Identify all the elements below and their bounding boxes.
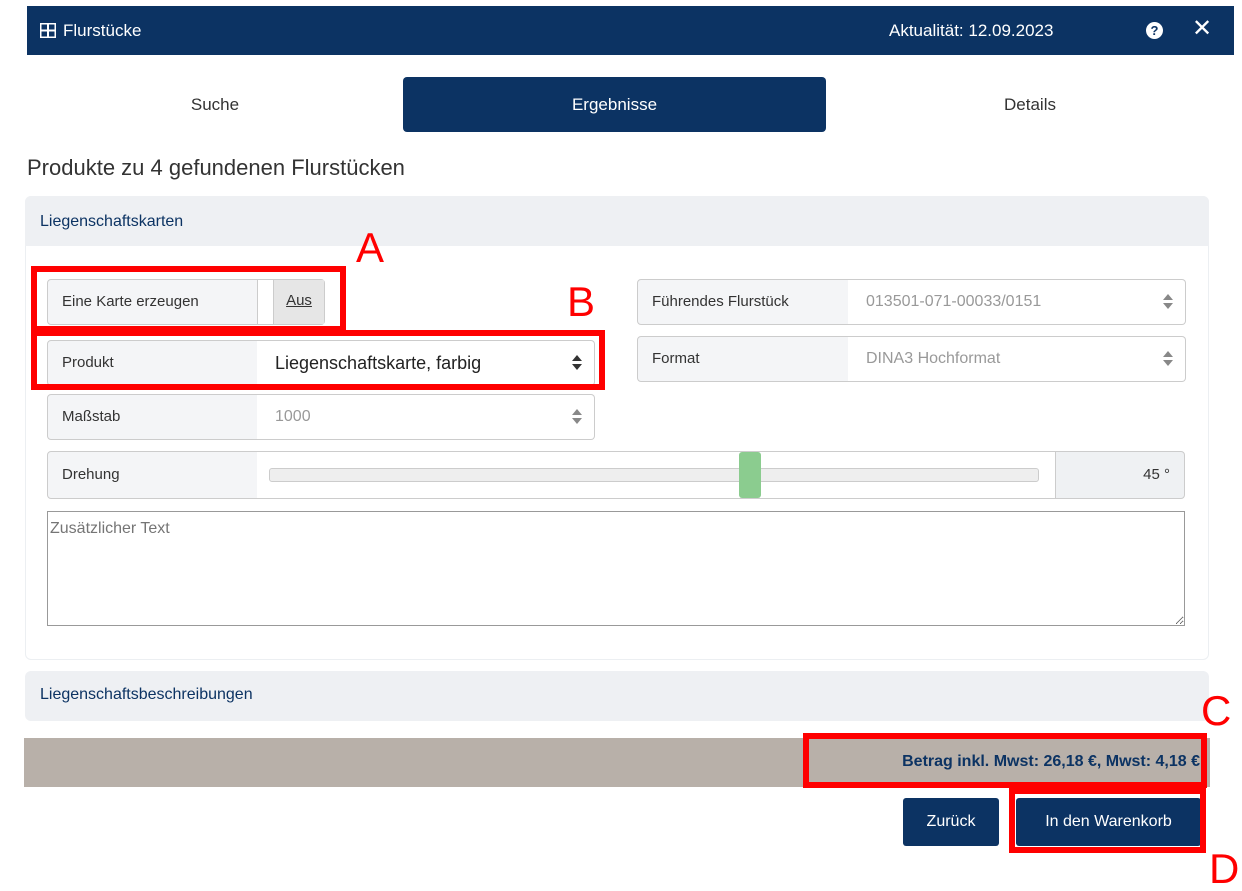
liegenschaftsbeschreibungen-title: Liegenschaftsbeschreibungen — [40, 686, 253, 703]
liegenschaftsbeschreibungen-header[interactable]: Liegenschaftsbeschreibungen — [25, 671, 1209, 721]
tab-details[interactable]: Details — [826, 77, 1234, 132]
fuehrendes-flurstueck-label: Führendes Flurstück — [637, 279, 849, 325]
drehung-unit: ° — [1164, 466, 1170, 483]
slider-track[interactable] — [269, 468, 1039, 482]
annotation-box-b — [31, 330, 605, 390]
annotation-label-a: A — [356, 224, 385, 271]
format-label: Format — [637, 336, 849, 382]
massstab-label: Maßstab — [47, 394, 258, 440]
annotation-box-d — [1009, 788, 1206, 853]
format-select[interactable]: DINA3 Hochformat — [848, 336, 1186, 382]
select-arrows-icon — [572, 409, 582, 425]
liegenschaftskarten-title: Liegenschaftskarten — [40, 213, 184, 230]
grid-icon — [40, 23, 56, 38]
fuehrendes-flurstueck-select[interactable]: 013501-071-00033/0151 — [848, 279, 1186, 325]
aktualitaet-text: Aktualität: 12.09.2023 — [889, 21, 1054, 40]
close-icon[interactable]: ✕ — [1192, 16, 1212, 42]
slider-thumb[interactable] — [739, 452, 762, 498]
annotation-label-c: C — [1201, 687, 1232, 734]
annotation-box-c — [803, 733, 1207, 788]
zurueck-button[interactable]: Zurück — [903, 798, 999, 846]
page-heading: Produkte zu 4 gefundenen Flurstücken — [27, 155, 405, 180]
drehung-slider[interactable] — [257, 451, 1056, 499]
tab-suche[interactable]: Suche — [27, 77, 403, 132]
drehung-value: 45 — [1143, 466, 1160, 483]
window-titlebar: Flurstücke Aktualität: 12.09.2023 ? ✕ — [27, 6, 1234, 55]
annotation-label-b: B — [567, 278, 596, 325]
window-title: Flurstücke — [63, 21, 142, 40]
drehung-label: Drehung — [47, 451, 258, 499]
annotation-box-a — [31, 266, 346, 332]
massstab-select[interactable]: 1000 — [257, 394, 595, 440]
liegenschaftskarten-header[interactable]: Liegenschaftskarten — [25, 196, 1209, 246]
annotation-label-d: D — [1209, 845, 1240, 891]
select-arrows-icon — [1163, 351, 1173, 367]
massstab-value: 1000 — [275, 408, 311, 425]
drehung-value-box: 45 ° — [1055, 451, 1185, 499]
help-icon[interactable]: ? — [1146, 22, 1163, 39]
select-arrows-icon — [1163, 294, 1173, 310]
zusatz-text-textarea[interactable] — [47, 511, 1185, 626]
format-value: DINA3 Hochformat — [866, 350, 1001, 367]
fuehrendes-flurstueck-value: 013501-071-00033/0151 — [866, 293, 1042, 310]
tab-ergebnisse[interactable]: Ergebnisse — [403, 77, 826, 132]
